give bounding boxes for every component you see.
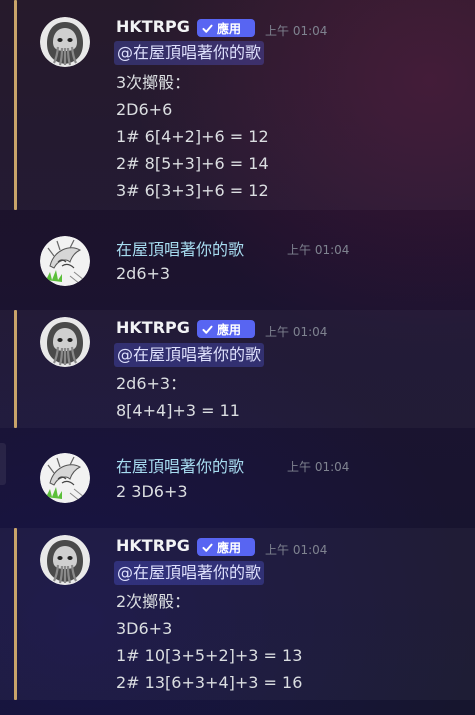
user-avatar[interactable]	[40, 453, 90, 503]
mention-highlight-bar	[14, 0, 17, 210]
message-line: 8[4+4]+3 = 11	[116, 401, 240, 420]
app-badge: 應用	[197, 538, 255, 556]
checkmark-icon	[202, 543, 213, 552]
user-message: 在屋頂唱著你的歌 上午 01:04 2 3D6+3	[0, 443, 475, 515]
scroll-edge-handle	[0, 443, 6, 485]
message-line: 2# 13[6+3+4]+3 = 16	[116, 673, 303, 692]
author-name[interactable]: 在屋頂唱著你的歌	[116, 453, 244, 477]
message-line: 1# 6[4+2]+6 = 12	[116, 127, 269, 146]
bot-avatar[interactable]	[40, 17, 90, 67]
user-avatar[interactable]	[40, 236, 90, 286]
app-badge: 應用	[197, 320, 255, 338]
message-line: 3# 6[3+3]+6 = 12	[116, 181, 269, 200]
bot-avatar[interactable]	[40, 535, 90, 585]
sketch-character-avatar-icon	[40, 236, 90, 286]
hooded-cthulhu-avatar-icon	[40, 535, 90, 585]
author-name[interactable]: HKTRPG	[116, 17, 190, 36]
message-line: 2# 8[5+3]+6 = 14	[116, 154, 269, 173]
timestamp[interactable]: 上午 01:04	[287, 458, 349, 475]
author-name[interactable]: HKTRPG	[116, 536, 190, 555]
message-line: 2次擲骰：	[116, 592, 191, 611]
message-line: 3次擲骰：	[116, 73, 191, 92]
sketch-character-avatar-icon	[40, 453, 90, 503]
bot-message: HKTRPG 應用 上午 01:04 @在屋頂唱著你的歌 2次擲骰： 3D6+3…	[0, 528, 475, 700]
bot-message: HKTRPG 應用 上午 01:04 @在屋頂唱著你的歌 3次擲骰： 2D6+6…	[0, 0, 475, 210]
author-name[interactable]: HKTRPG	[116, 318, 190, 337]
message-line: 1# 10[3+5+2]+3 = 13	[116, 646, 303, 665]
user-mention[interactable]: @在屋頂唱著你的歌	[114, 561, 265, 585]
timestamp[interactable]: 上午 01:04	[265, 323, 327, 340]
timestamp[interactable]: 上午 01:04	[265, 541, 327, 558]
app-badge: 應用	[197, 19, 255, 37]
mention-highlight-bar	[14, 310, 17, 428]
checkmark-icon	[202, 325, 213, 334]
mention-highlight-bar	[14, 528, 17, 700]
bot-message: HKTRPG 應用 上午 01:04 @在屋頂唱著你的歌 2d6+3： 8[4+…	[0, 310, 475, 428]
app-badge-label: 應用	[217, 540, 242, 555]
hooded-cthulhu-avatar-icon	[40, 317, 90, 367]
user-mention[interactable]: @在屋頂唱著你的歌	[114, 343, 265, 367]
user-message: 在屋頂唱著你的歌 上午 01:04 2d6+3	[0, 226, 475, 298]
app-badge-label: 應用	[217, 21, 242, 36]
app-badge-label: 應用	[217, 322, 242, 337]
message-line: 2d6+3：	[116, 374, 187, 393]
timestamp[interactable]: 上午 01:04	[265, 22, 327, 39]
message-line: 3D6+3	[116, 619, 173, 638]
timestamp[interactable]: 上午 01:04	[287, 241, 349, 258]
message-line: 2 3D6+3	[116, 482, 188, 501]
message-line: 2d6+3	[116, 264, 171, 283]
message-line: 2D6+6	[116, 100, 173, 119]
user-mention[interactable]: @在屋頂唱著你的歌	[114, 41, 265, 65]
author-name[interactable]: 在屋頂唱著你的歌	[116, 236, 244, 260]
bot-avatar[interactable]	[40, 317, 90, 367]
checkmark-icon	[202, 24, 213, 33]
hooded-cthulhu-avatar-icon	[40, 17, 90, 67]
